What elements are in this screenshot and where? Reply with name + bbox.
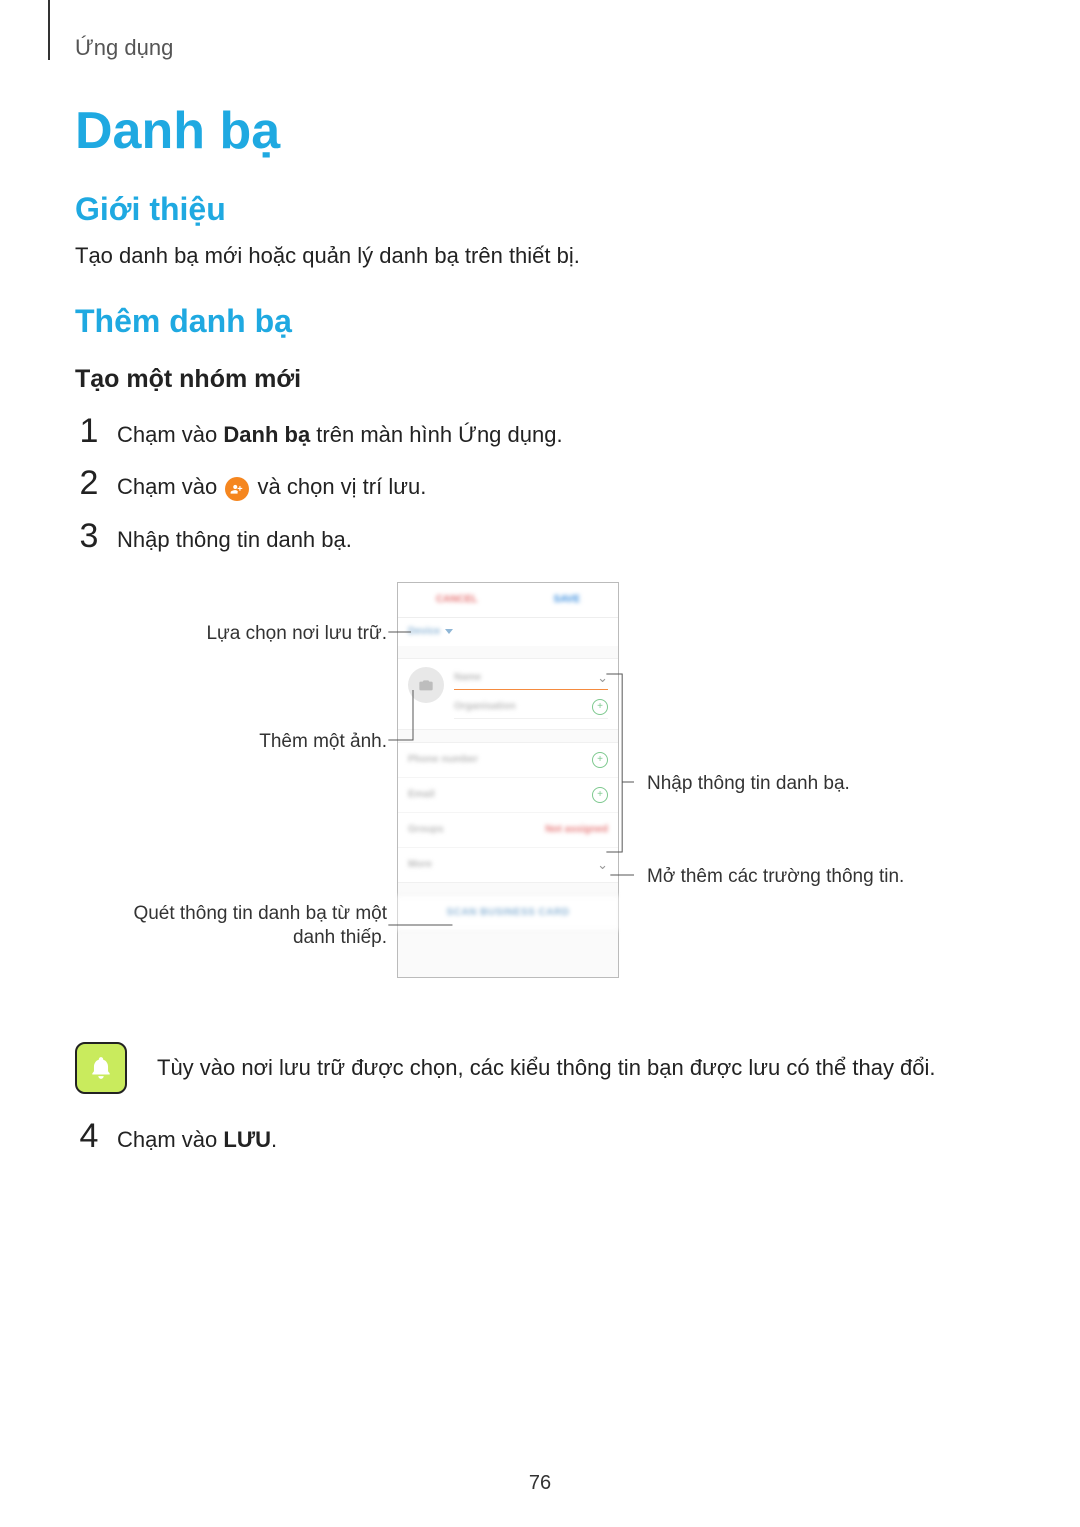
phone-avatar bbox=[408, 667, 444, 703]
phone-name-card: Name ⌄ Organisation + bbox=[398, 658, 618, 730]
plus-icon: + bbox=[592, 787, 608, 803]
phone-name-label: Name bbox=[454, 672, 597, 683]
phone-topbar: CANCEL SAVE bbox=[398, 583, 618, 618]
phone-name-field: Name ⌄ bbox=[454, 667, 608, 690]
step-4: 4 Chạm vào LƯU. bbox=[75, 1119, 1005, 1157]
section-intro-title: Giới thiệu bbox=[75, 191, 1005, 228]
section-add-title: Thêm danh bạ bbox=[75, 303, 1005, 340]
bell-icon bbox=[88, 1055, 114, 1081]
phone-more-label: More bbox=[408, 859, 597, 870]
step-4-post: . bbox=[271, 1127, 277, 1152]
phone-cancel: CANCEL bbox=[436, 594, 478, 605]
note-block: Tùy vào nơi lưu trữ được chọn, các kiểu … bbox=[75, 1042, 1005, 1094]
phone-org-field: Organisation + bbox=[454, 696, 608, 719]
phone-storage-label: Device bbox=[408, 626, 440, 637]
phone-groups-row: Groups Not assigned bbox=[398, 813, 618, 848]
phone-phone-row: Phone number + bbox=[398, 743, 618, 778]
plus-icon: + bbox=[592, 752, 608, 768]
add-contact-icon bbox=[225, 477, 249, 501]
step-number: 2 bbox=[75, 466, 103, 500]
phone-email-label: Email bbox=[408, 789, 592, 800]
camera-icon bbox=[418, 677, 434, 693]
step-1-pre: Chạm vào bbox=[117, 422, 223, 447]
page-number: 76 bbox=[0, 1472, 1080, 1495]
step-1-bold: Danh bạ bbox=[223, 422, 310, 447]
step-2-post: và chọn vị trí lưu. bbox=[258, 474, 427, 499]
page-title: Danh bạ bbox=[75, 101, 1005, 161]
phone-phone-label: Phone number bbox=[408, 754, 592, 765]
phone-scan-button: SCAN BUSINESS CARD bbox=[398, 895, 618, 931]
step-number: 1 bbox=[75, 414, 103, 448]
chevron-down-icon: ⌄ bbox=[597, 857, 608, 873]
step-text: Chạm vào LƯU. bbox=[117, 1122, 277, 1157]
step-1-post: trên màn hình Ứng dụng. bbox=[310, 422, 562, 447]
step-4-pre: Chạm vào bbox=[117, 1127, 223, 1152]
step-1: 1 Chạm vào Danh bạ trên màn hình Ứng dụn… bbox=[75, 414, 1005, 452]
section-add-subtitle: Tạo một nhóm mới bbox=[75, 365, 1005, 394]
note-icon bbox=[75, 1042, 127, 1094]
chevron-down-icon: ⌄ bbox=[597, 670, 608, 686]
phone-fields-block: Phone number + Email + Groups Not assign… bbox=[398, 742, 618, 883]
document-page: Ứng dụng Danh bạ Giới thiệu Tạo danh bạ … bbox=[0, 0, 1080, 1527]
step-text: Chạm vào và chọn vị trí lưu. bbox=[117, 469, 426, 504]
step-number: 3 bbox=[75, 519, 103, 553]
callout-scan: Quét thông tin danh bạ từ một danh thiếp… bbox=[117, 902, 387, 951]
callout-open-more: Mở thêm các trường thông tin. bbox=[647, 865, 987, 890]
intro-paragraph: Tạo danh bạ mới hoặc quản lý danh bạ trê… bbox=[75, 238, 1005, 273]
phone-org-label: Organisation bbox=[454, 701, 592, 712]
callout-storage: Lựa chọn nơi lưu trữ. bbox=[117, 622, 387, 647]
phone-mockup: CANCEL SAVE Device Name ⌄ Organis bbox=[397, 582, 619, 978]
step-list: 1 Chạm vào Danh bạ trên màn hình Ứng dụn… bbox=[75, 414, 1005, 557]
step-4-bold: LƯU bbox=[223, 1127, 271, 1152]
chevron-down-icon bbox=[445, 629, 453, 634]
contact-editor-diagram: CANCEL SAVE Device Name ⌄ Organis bbox=[117, 582, 1005, 1012]
phone-groups-value: Not assigned bbox=[545, 824, 608, 835]
step-text: Nhập thông tin danh bạ. bbox=[117, 522, 352, 557]
callout-add-image: Thêm một ảnh. bbox=[117, 730, 387, 755]
note-text: Tùy vào nơi lưu trữ được chọn, các kiểu … bbox=[157, 1050, 936, 1085]
step-text: Chạm vào Danh bạ trên màn hình Ứng dụng. bbox=[117, 417, 563, 452]
callout-scan-l2: danh thiếp. bbox=[293, 927, 387, 948]
step-3: 3 Nhập thông tin danh bạ. bbox=[75, 519, 1005, 557]
step-2: 2 Chạm vào và chọn vị trí lưu. bbox=[75, 466, 1005, 504]
side-rule bbox=[48, 0, 50, 60]
phone-name-fields: Name ⌄ Organisation + bbox=[454, 667, 608, 719]
step-2-pre: Chạm vào bbox=[117, 474, 223, 499]
callout-enter-info: Nhập thông tin danh bạ. bbox=[647, 772, 947, 797]
phone-save: SAVE bbox=[554, 594, 581, 605]
plus-icon: + bbox=[592, 699, 608, 715]
callout-scan-l1: Quét thông tin danh bạ từ một bbox=[133, 903, 387, 924]
phone-email-row: Email + bbox=[398, 778, 618, 813]
phone-storage-row: Device bbox=[398, 618, 618, 646]
step-number: 4 bbox=[75, 1119, 103, 1153]
phone-groups-label: Groups bbox=[408, 824, 545, 835]
breadcrumb: Ứng dụng bbox=[75, 35, 1005, 61]
phone-more-row: More ⌄ bbox=[398, 848, 618, 882]
step-list-cont: 4 Chạm vào LƯU. bbox=[75, 1119, 1005, 1157]
